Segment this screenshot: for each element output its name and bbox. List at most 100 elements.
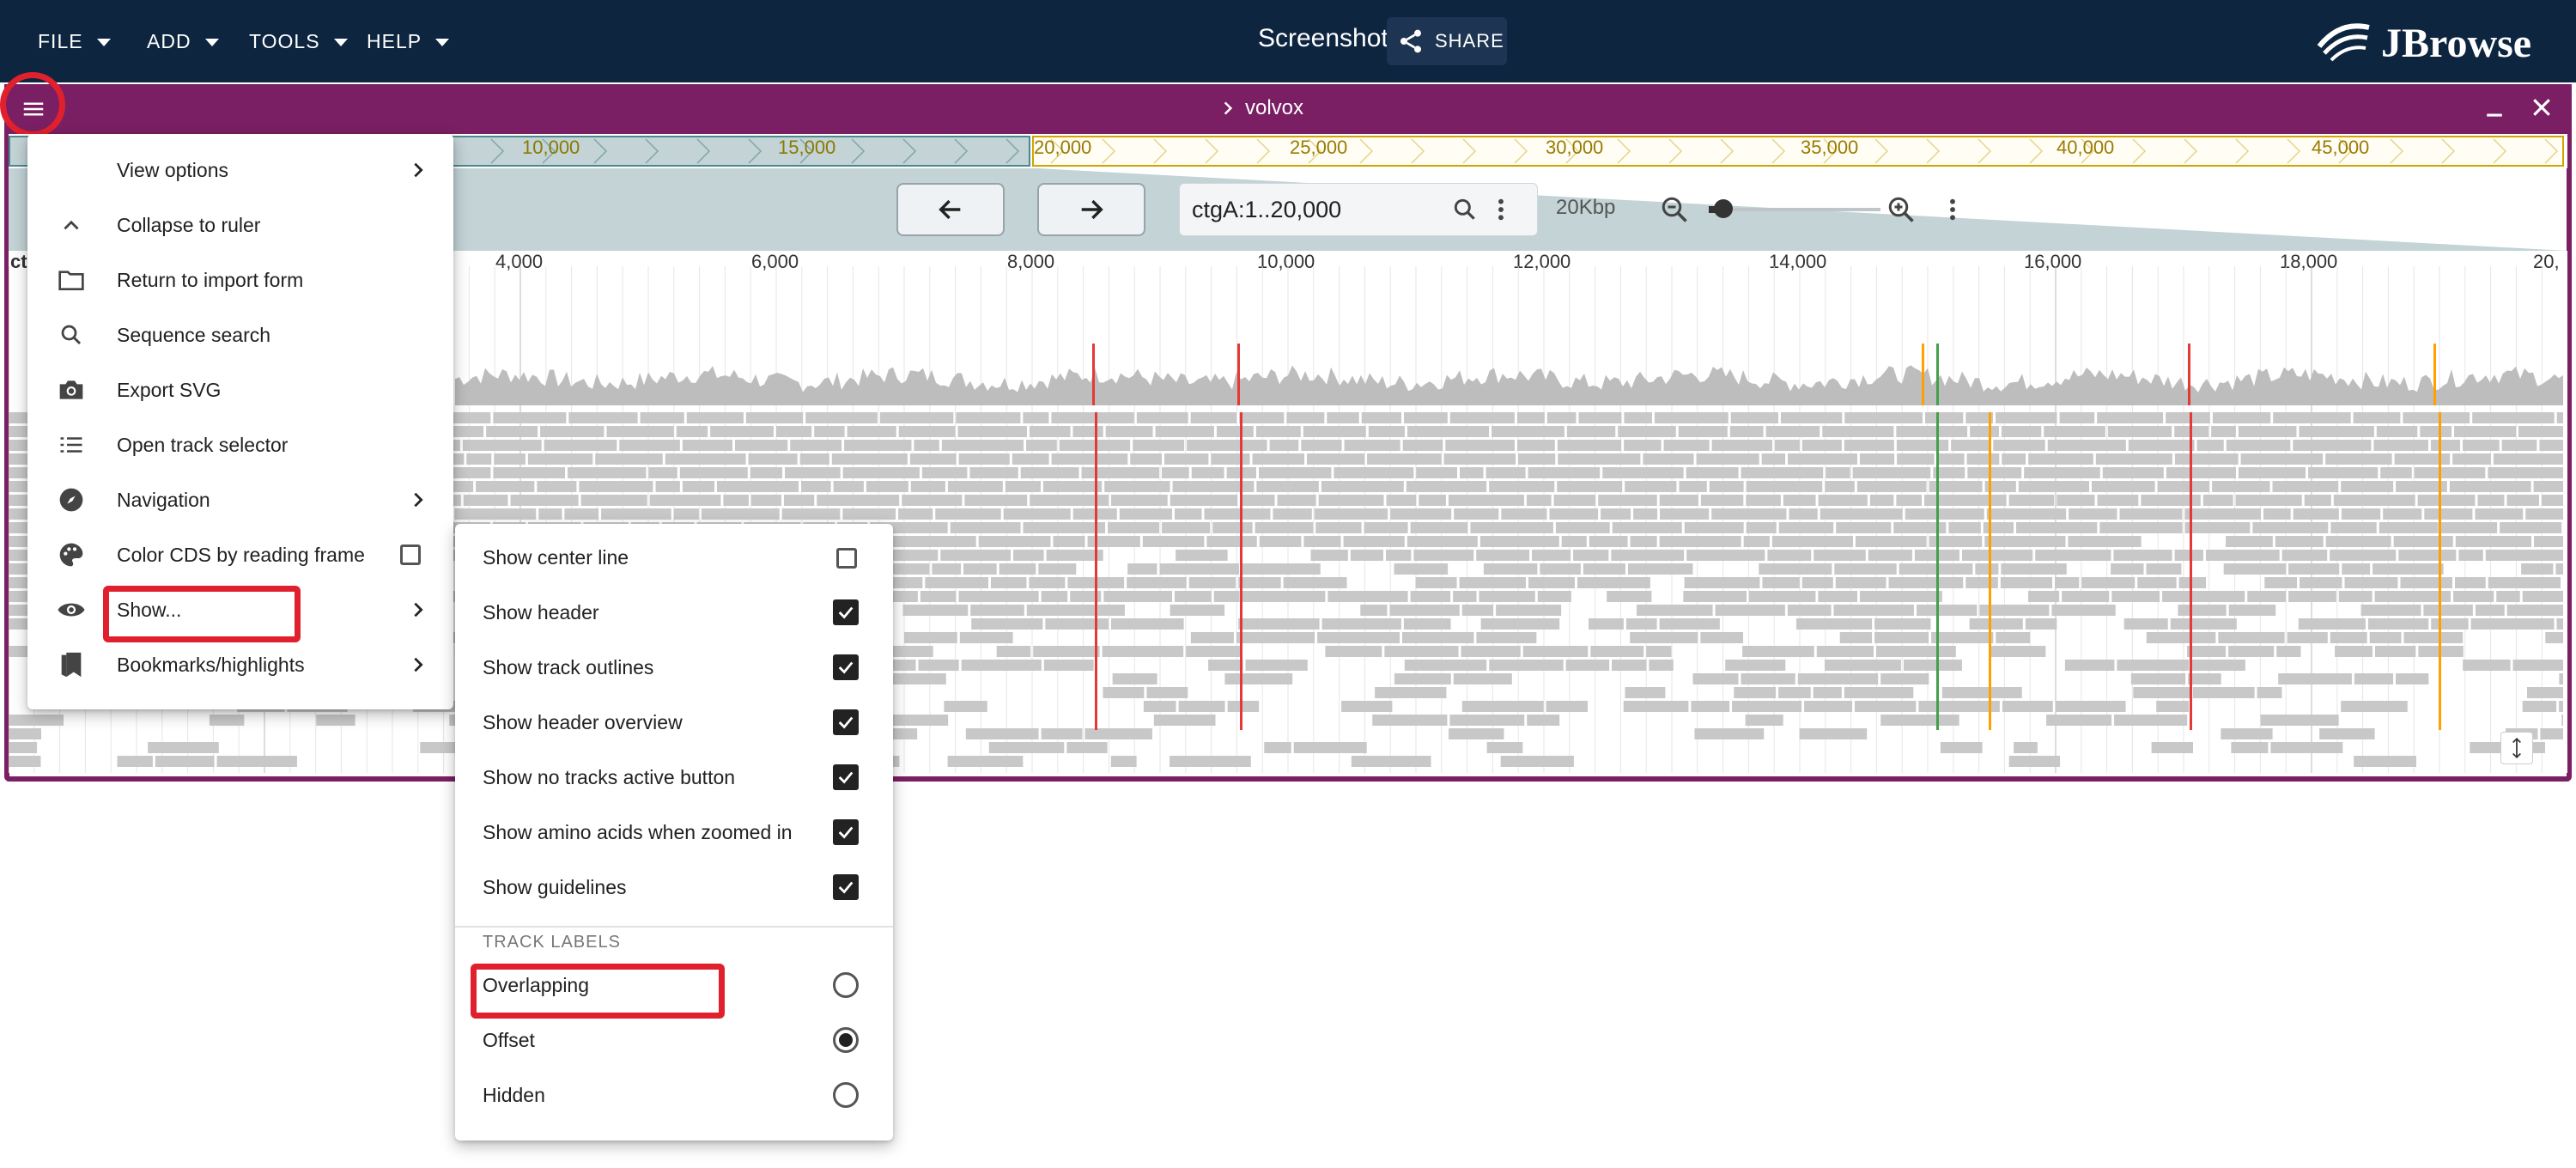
zoom-slider-track[interactable] (1709, 208, 1880, 211)
menu-item-sequence-search[interactable]: Sequence search (27, 307, 453, 362)
submenu-item-hidden[interactable]: Hidden (455, 1068, 893, 1123)
menu-item-color-cds[interactable]: Color CDS by reading frame (27, 527, 453, 582)
overview-tick: 30,000 (1546, 137, 1604, 158)
file-menu-label: FILE (38, 29, 83, 52)
compass-icon (59, 488, 83, 512)
radio-dot (839, 1033, 853, 1047)
submenu-item-label: Hidden (483, 1084, 545, 1106)
chevron-right-icon (1224, 101, 1233, 115)
show-submenu: Show center line Show header Show track … (455, 524, 893, 1141)
resize-track-button[interactable] (2500, 732, 2533, 764)
checkbox-checked[interactable] (833, 764, 859, 790)
minimize-view-button[interactable] (2482, 94, 2507, 125)
submenu-item-show-guidelines[interactable]: Show guidelines (455, 861, 893, 916)
pan-right-button[interactable] (1037, 183, 1145, 236)
resize-vertical-icon (2512, 737, 2521, 759)
menu-item-collapse-to-ruler[interactable]: Collapse to ruler (27, 198, 453, 252)
zoom-out-icon[interactable] (1659, 194, 1690, 225)
submenu-divider (455, 926, 893, 928)
submenu-item-label: Show no tracks active button (483, 766, 736, 788)
menu-item-export-svg[interactable]: Export SVG (27, 362, 453, 417)
close-view-button[interactable] (2529, 94, 2555, 125)
chevron-right-icon (414, 162, 423, 178)
share-button[interactable]: SHARE (1387, 17, 1507, 65)
folder-icon (58, 271, 84, 290)
highlight-overlapping-item (471, 964, 725, 1019)
submenu-item-show-track-outlines[interactable]: Show track outlines (455, 641, 893, 696)
check-icon (838, 881, 854, 894)
logo-icon (2317, 23, 2370, 62)
bp-per-view-label: 20Kbp (1556, 196, 1616, 219)
checkbox-checked[interactable] (833, 709, 859, 735)
menu-item-bookmarks[interactable]: Bookmarks/highlights (27, 637, 453, 692)
check-icon (838, 826, 854, 839)
more-vert-icon[interactable] (1491, 196, 1511, 223)
menu-item-return-to-import[interactable]: Return to import form (27, 252, 453, 307)
location-search-input[interactable]: ctgA:1..20,000 (1179, 183, 1538, 236)
check-icon (838, 606, 854, 619)
view-name[interactable]: volvox (1219, 96, 1303, 120)
submenu-item-show-amino-acids[interactable]: Show amino acids when zoomed in (455, 806, 893, 861)
overview-tick: 20,000 (1034, 137, 1092, 158)
color-cds-checkbox[interactable] (400, 544, 421, 565)
submenu-item-show-no-tracks-button[interactable]: Show no tracks active button (455, 751, 893, 806)
palette-icon (59, 543, 83, 567)
close-icon (2533, 99, 2550, 116)
list-icon (60, 437, 82, 453)
logo-text: JBrowse (2381, 20, 2532, 66)
menu-item-label: Sequence search (117, 323, 271, 346)
overview-tick: 45,000 (2312, 137, 2370, 158)
radio-unselected[interactable] (833, 1082, 859, 1108)
menu-item-navigation[interactable]: Navigation (27, 472, 453, 527)
menu-item-label: Open track selector (117, 433, 289, 456)
submenu-item-show-header[interactable]: Show header (455, 586, 893, 641)
chevron-up-icon (64, 220, 79, 230)
view-name-label: volvox (1245, 96, 1304, 119)
submenu-item-show-header-overview[interactable]: Show header overview (455, 696, 893, 751)
file-menu[interactable]: FILE (38, 26, 111, 57)
zoom-in-icon[interactable] (1886, 194, 1917, 225)
view-more-icon[interactable] (1942, 196, 1963, 223)
chevron-right-icon (414, 492, 423, 508)
arrow-left-icon (939, 199, 961, 220)
submenu-item-label: Show track outlines (483, 656, 654, 678)
checkbox-unchecked[interactable] (836, 548, 857, 569)
submenu-item-show-center-line[interactable]: Show center line (455, 531, 893, 586)
zoom-slider-thumb[interactable] (1714, 199, 1733, 218)
menu-item-label: View options (117, 158, 228, 181)
arrow-right-icon (1081, 199, 1103, 220)
menu-item-label: Bookmarks/highlights (117, 653, 305, 676)
checkbox-checked[interactable] (833, 654, 859, 680)
menu-item-view-options[interactable]: View options (27, 143, 453, 198)
add-menu-label: ADD (147, 29, 191, 52)
check-icon (838, 716, 854, 729)
eye-icon (58, 603, 85, 617)
bookmark-icon (61, 652, 82, 678)
caret-down-icon (96, 39, 111, 46)
submenu-item-offset[interactable]: Offset (455, 1013, 893, 1068)
menu-item-label: Navigation (117, 488, 210, 511)
check-icon (838, 771, 854, 784)
checkbox-checked[interactable] (833, 819, 859, 845)
share-label: SHARE (1435, 30, 1504, 52)
checkbox-checked[interactable] (833, 874, 859, 900)
tools-menu-label: TOOLS (249, 29, 320, 52)
add-menu[interactable]: ADD (147, 26, 219, 57)
pan-left-button[interactable] (896, 183, 1005, 236)
help-menu[interactable]: HELP (367, 26, 450, 57)
camera-icon (59, 380, 83, 399)
highlight-show-item (103, 586, 301, 642)
menu-item-open-track-selector[interactable]: Open track selector (27, 417, 453, 472)
checkbox-checked[interactable] (833, 599, 859, 625)
tools-menu[interactable]: TOOLS (249, 26, 348, 57)
chevron-right-icon (414, 602, 423, 617)
session-title[interactable]: Screenshot (1258, 24, 1388, 53)
submenu-item-label: Show guidelines (483, 876, 627, 898)
radio-selected[interactable] (833, 1027, 859, 1053)
radio-unselected[interactable] (833, 972, 859, 998)
track-labels-header: TRACK LABELS (483, 933, 621, 952)
search-icon[interactable] (1451, 196, 1479, 223)
submenu-item-label: Show center line (483, 546, 629, 569)
chevron-right-icon (414, 657, 423, 672)
overview-tick: 15,000 (778, 137, 836, 158)
